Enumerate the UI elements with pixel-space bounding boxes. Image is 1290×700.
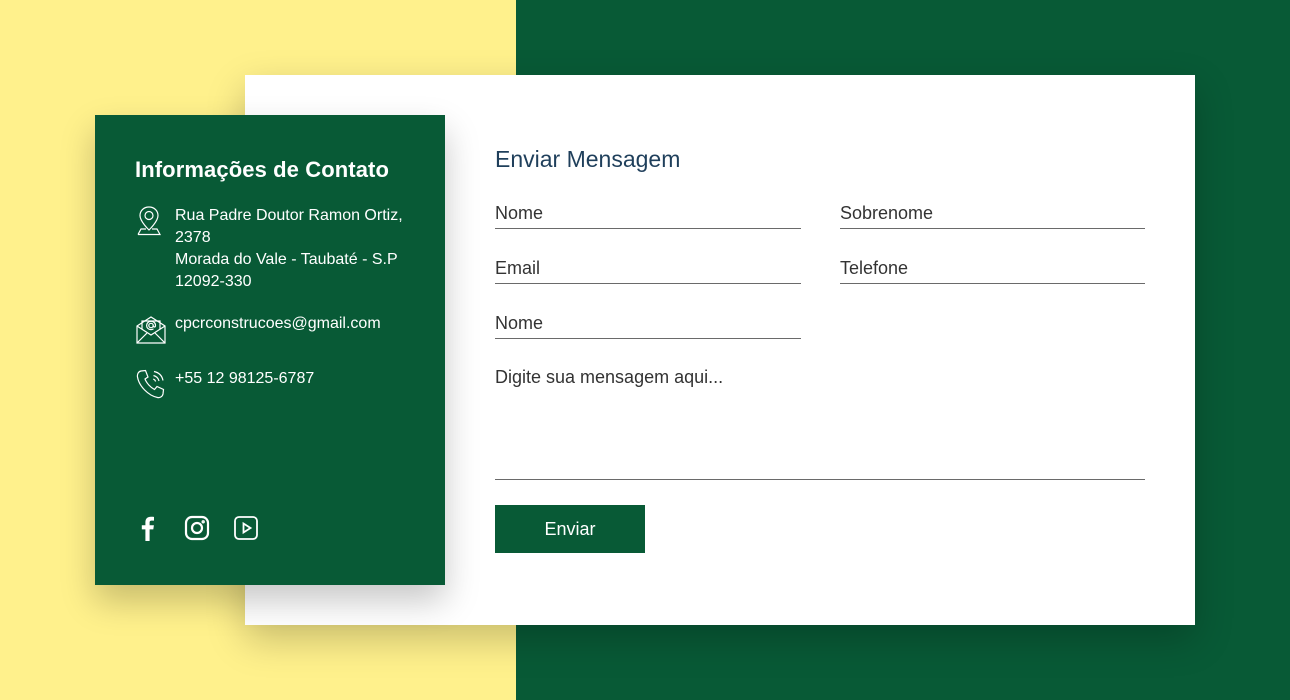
envelope-at-icon: [135, 313, 166, 345]
address-line-city: Morada do Vale - Taubaté - S.P: [175, 251, 398, 268]
address-text: Rua Padre Doutor Ramon Ortiz, 2378 Morad…: [175, 205, 403, 293]
youtube-play-icon[interactable]: [233, 515, 259, 541]
send-button[interactable]: Enviar: [495, 505, 645, 553]
first-name-field[interactable]: [495, 199, 801, 229]
facebook-icon[interactable]: [135, 515, 161, 541]
contact-info-title: Informações de Contato: [135, 157, 390, 182]
address-line-street: Rua Padre Doutor Ramon Ortiz,: [175, 207, 403, 224]
address-line-zip: 12092-330: [175, 273, 252, 290]
email-field[interactable]: [495, 254, 801, 284]
form-title: Enviar Mensagem: [495, 146, 681, 172]
name-extra-field[interactable]: [495, 309, 801, 339]
location-pin-icon: [135, 205, 165, 237]
last-name-field[interactable]: [840, 199, 1145, 229]
social-links: [135, 515, 259, 541]
contact-info-panel: Informações de Contato Rua Padre Doutor …: [95, 115, 445, 585]
phone-text[interactable]: +55 12 98125-6787: [175, 368, 314, 390]
address-row: Rua Padre Doutor Ramon Ortiz, 2378 Morad…: [135, 205, 425, 293]
email-text[interactable]: cpcrconstrucoes@gmail.com: [175, 313, 381, 335]
phone-row: +55 12 98125-6787: [135, 368, 425, 400]
email-row: cpcrconstrucoes@gmail.com: [135, 313, 425, 345]
phone-icon: [135, 368, 165, 400]
phone-field[interactable]: [840, 254, 1145, 284]
address-line-number: 2378: [175, 229, 211, 246]
message-textarea[interactable]: [495, 365, 1145, 480]
instagram-icon[interactable]: [184, 515, 210, 541]
